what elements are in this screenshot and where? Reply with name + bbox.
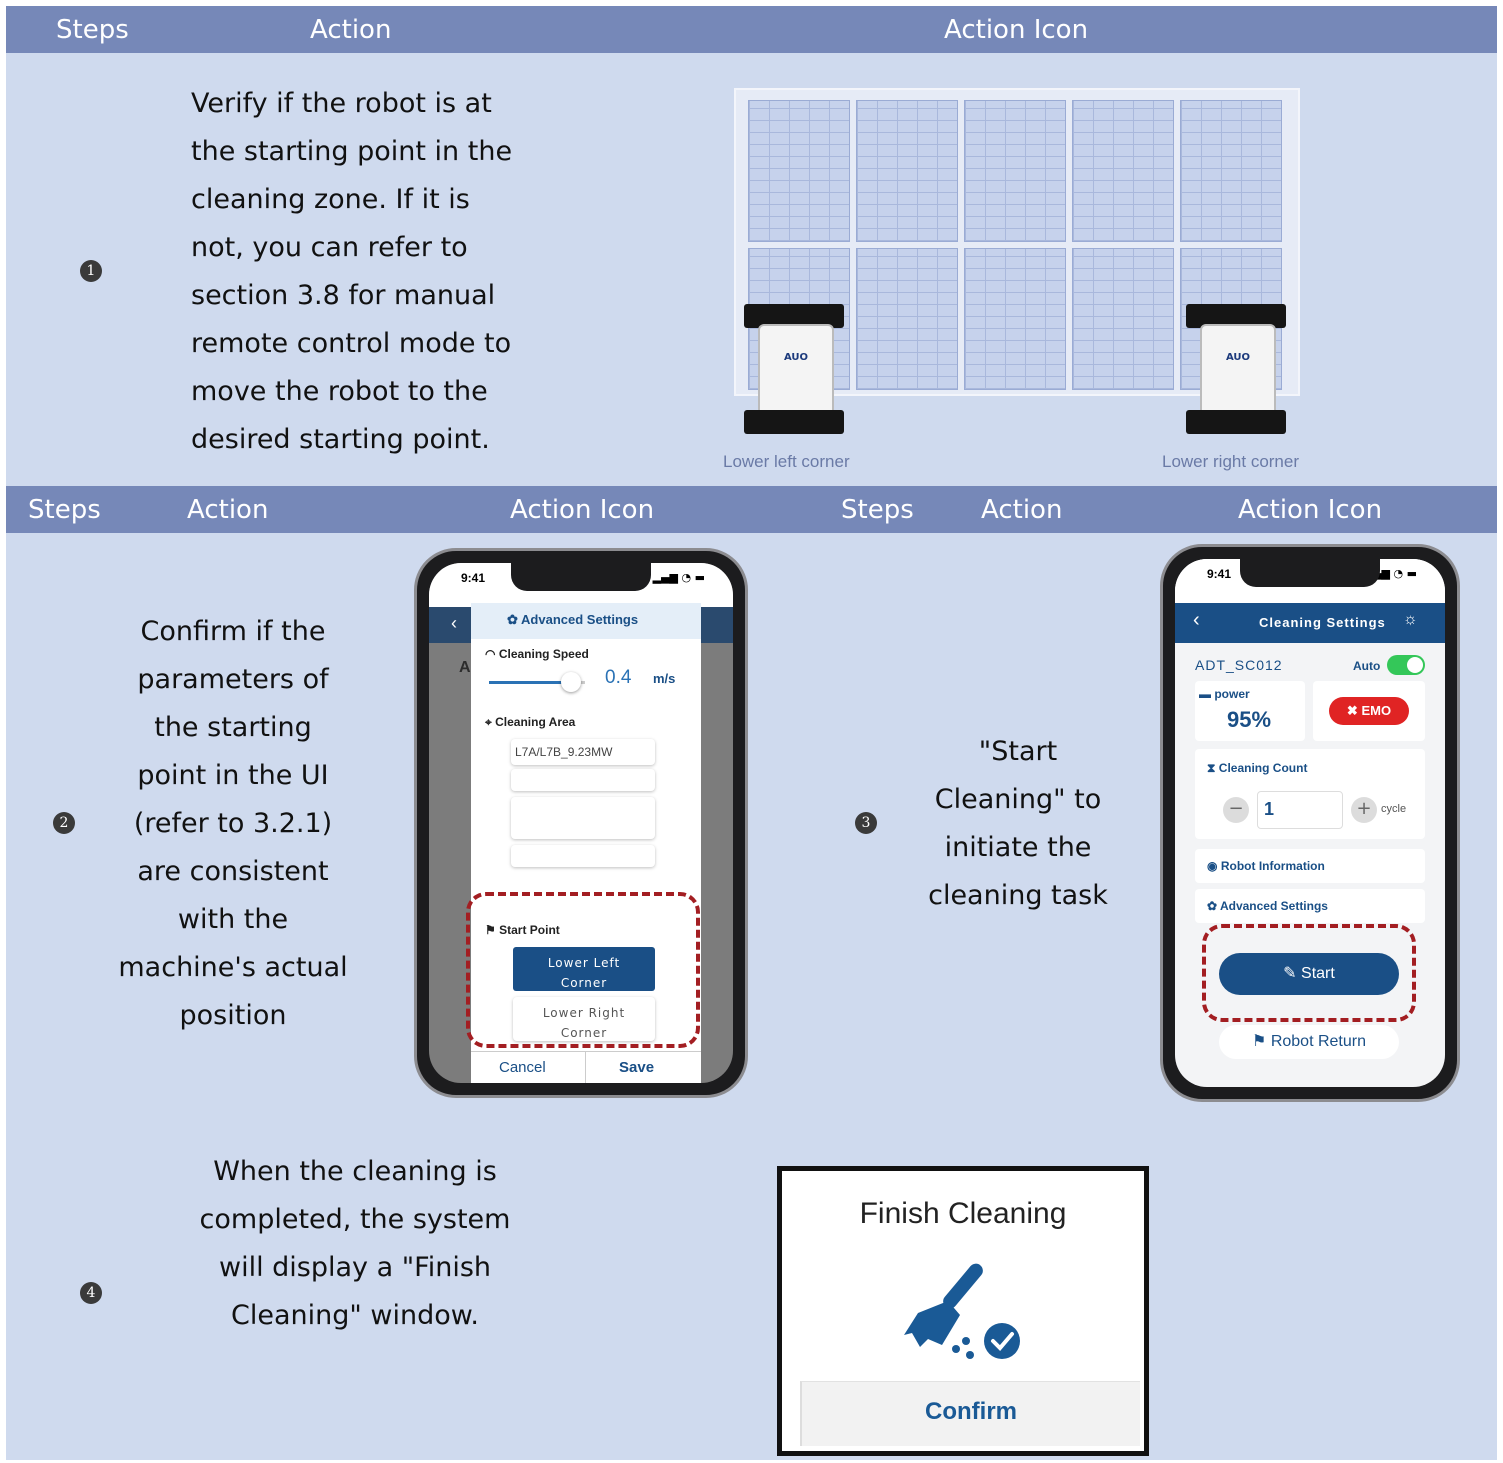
auto-label: Auto [1353,659,1381,673]
cancel-button[interactable]: Cancel [499,1059,546,1076]
battery-icon: ▬ [1199,687,1211,701]
step-1-number: 1 [80,260,102,282]
device-id: ADT_SC012 [1195,657,1283,673]
caption-lower-right: Lower right corner [1162,452,1300,471]
status-time: 9:41 [1207,567,1232,581]
bell-off-icon: ✖ [1346,703,1358,718]
confirm-button[interactable]: Confirm [800,1381,1140,1446]
col-action-b: Action [981,495,1063,525]
save-button[interactable]: Save [619,1059,654,1076]
dialog-title: Finish Cleaning [859,1197,1067,1230]
hourglass-icon: ⧗ [1207,761,1216,775]
minus-button[interactable]: − [1223,797,1249,823]
emo-card: ✖ EMO [1313,681,1425,741]
speedometer-icon: ◠ [485,647,496,661]
power-label: power [1214,687,1250,701]
table-header-1: Steps Action Action Icon [6,6,1497,53]
area-option-selected[interactable]: L7A/L7B_9.23MW [511,739,655,765]
panel-cell [1180,100,1282,242]
count-input[interactable]: 1 [1257,791,1343,829]
speed-unit: m/s [653,671,676,686]
panel-cell [1072,248,1174,390]
instruction-table: Steps Action Action Icon 1 Verify if the… [6,6,1497,1460]
emo-button[interactable]: ✖ EMO [1329,697,1409,725]
power-value: 95% [1227,707,1272,732]
location-pin-icon: ⌖ [485,715,492,729]
highlight-start-button [1202,924,1416,1022]
finish-cleaning-dialog: Finish Cleaning Confirm [777,1166,1149,1456]
robot-information-row[interactable]: ◉ Robot Information [1195,849,1425,883]
power-card: ▬ power 95% [1195,681,1305,741]
speed-label: Cleaning Speed [498,647,589,661]
step-2-text: Confirm if the parameters of the startin… [118,616,348,1031]
col-steps: Steps [28,495,101,525]
flag-icon: ⚑ [1252,1033,1267,1050]
screen-title: Cleaning Settings [1259,615,1386,630]
area-option[interactable] [511,797,655,839]
status-time: 9:41 [461,571,486,585]
panel-cell [748,100,850,242]
col-action-icon-b: Action Icon [1238,495,1383,525]
info-icon: ◉ [1207,859,1218,873]
broom-check-icon [904,1263,1020,1359]
area-option[interactable] [511,769,655,791]
panel-cell [856,248,958,390]
col-action-icon: Action Icon [944,15,1089,45]
panel-cell [1072,100,1174,242]
speed-slider[interactable] [489,672,585,692]
signal-wifi-battery-icon: ▂▄▆ ◔ ▬ [652,571,705,584]
back-chevron-icon[interactable]: ‹ [1193,609,1200,632]
brightness-icon[interactable]: ☼ [1403,611,1418,629]
step-3-number: 3 [855,812,877,834]
count-label: Cleaning Count [1218,761,1308,775]
col-action: Action [187,495,269,525]
col-steps-b: Steps [841,495,914,525]
area-label: Cleaning Area [495,715,576,729]
gear-icon: ✿ [1207,899,1218,913]
col-action-icon: Action Icon [510,495,655,525]
step-3-text: "Start Cleaning" to initiate the cleanin… [928,736,1108,911]
step-4-number: 4 [80,1282,102,1304]
gear-icon: ✿ [507,612,518,627]
col-steps: Steps [56,15,129,45]
speed-slider-knob[interactable] [560,672,581,692]
plus-button[interactable]: + [1351,797,1377,823]
advanced-settings-row[interactable]: ✿ Advanced Settings [1195,889,1425,923]
step-2-number: 2 [53,812,75,834]
bg-letter: A [459,659,471,676]
cycle-label: cycle [1381,803,1407,815]
robot-right-image: AUO [1186,304,1286,434]
cleaning-count-card: ⧗ Cleaning Count − 1 + cycle [1195,749,1425,839]
panel-cell [856,100,958,242]
col-action: Action [310,15,392,45]
area-option[interactable] [511,845,655,867]
panel-cell [964,248,1066,390]
auto-toggle[interactable] [1387,655,1425,675]
highlight-start-point [466,892,700,1048]
sheet-title: Advanced Settings [521,612,639,627]
step-4-text: When the cleaning is completed, the syst… [199,1156,511,1331]
caption-lower-left: Lower left corner [723,452,850,471]
table-header-2: Steps Action Action Icon Steps Action Ac… [6,486,1497,533]
speed-value: 0.4 [605,667,632,688]
robot-return-button[interactable]: ⚑ Robot Return [1219,1025,1399,1059]
step-1-text: Verify if the robot is at the starting p… [191,88,513,455]
panel-cell [964,100,1066,242]
robot-left-image: AUO [744,304,844,434]
back-chevron-icon[interactable]: ‹ [451,613,457,634]
